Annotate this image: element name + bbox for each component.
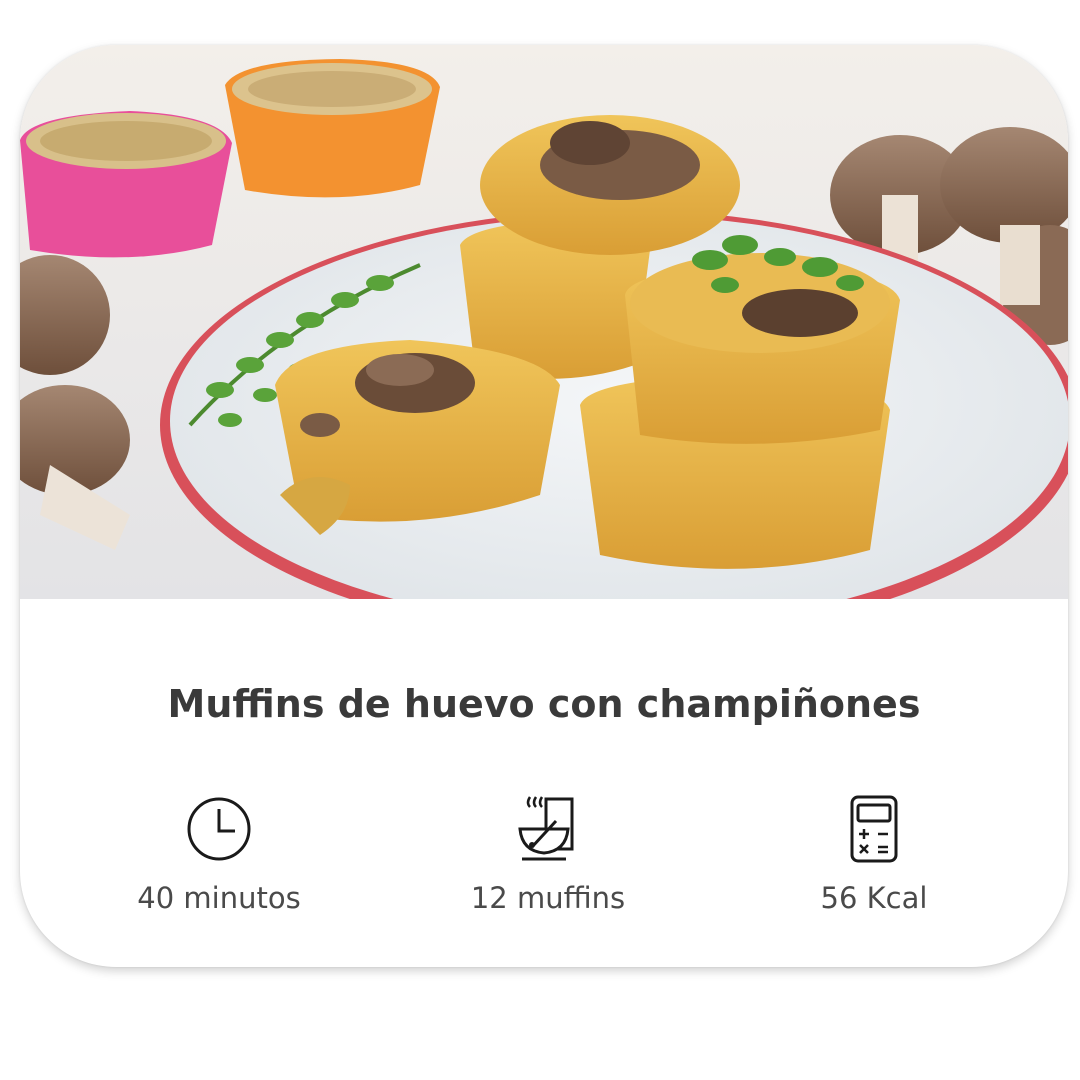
stat-time-label: 40 minutos: [137, 881, 301, 915]
recipe-title: Muffins de huevo con champiñones: [167, 682, 921, 727]
calculator-icon: [850, 795, 898, 863]
muffin-stack-front: [580, 253, 900, 569]
pink-silicone-cup: [20, 111, 232, 258]
mixing-bowl-icon: [518, 796, 574, 861]
stat-kcal-label: 56 Kcal: [820, 881, 928, 915]
stat-kcal: 56 Kcal: [754, 793, 994, 915]
recipe-photo: [20, 45, 1068, 599]
stat-time: 40 minutos: [99, 793, 339, 915]
orange-silicone-cup: [225, 59, 440, 198]
clock-icon: [187, 797, 251, 861]
recipe-card[interactable]: Muffins de huevo con champiñones 40 minu…: [20, 45, 1068, 967]
stat-yield: 12 muffins: [428, 793, 668, 915]
stat-yield-label: 12 muffins: [470, 881, 626, 915]
